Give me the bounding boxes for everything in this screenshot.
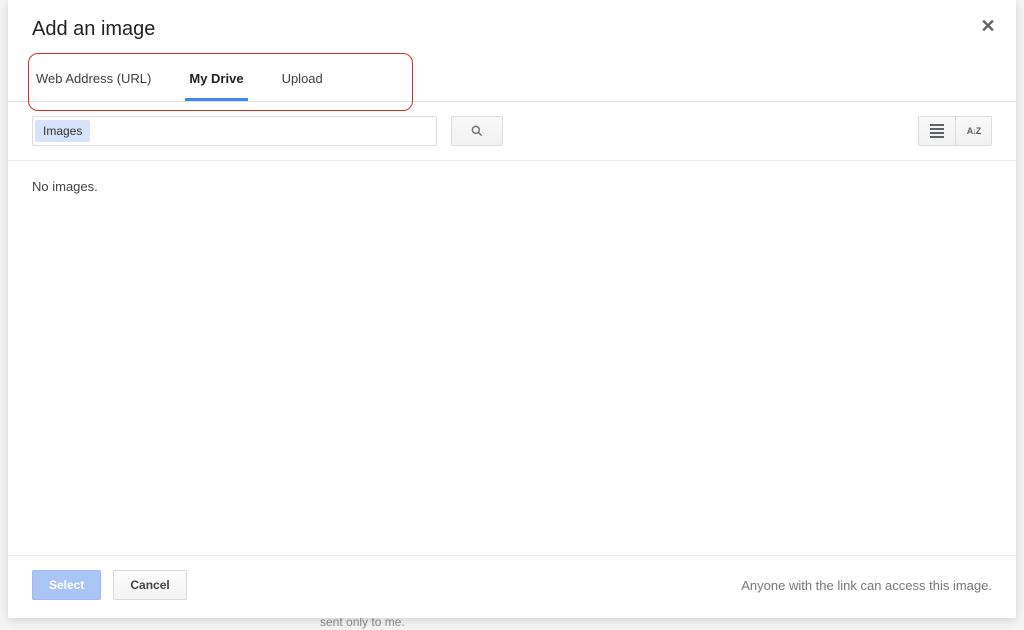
search-icon: [470, 124, 484, 138]
content-area: No images.: [8, 161, 1016, 555]
tab-web-address[interactable]: Web Address (URL): [32, 63, 155, 101]
list-view-button[interactable]: [919, 117, 955, 145]
footer-note: Anyone with the link can access this ima…: [741, 578, 992, 593]
search-button[interactable]: [451, 116, 503, 146]
breadcrumb-search: Images: [32, 116, 437, 146]
modal-title: Add an image: [32, 18, 992, 41]
search-input[interactable]: [92, 117, 436, 145]
tab-upload[interactable]: Upload: [278, 63, 327, 101]
tabs-container: Web Address (URL) My Drive Upload: [8, 63, 1016, 102]
modal-header: Add an image ✕: [8, 0, 1016, 41]
sort-button[interactable]: A↓Z: [955, 117, 991, 145]
close-icon: ✕: [980, 16, 995, 36]
tabs: Web Address (URL) My Drive Upload: [8, 63, 1016, 101]
breadcrumb-chip-images[interactable]: Images: [35, 120, 90, 142]
cancel-button[interactable]: Cancel: [113, 570, 186, 600]
empty-state-text: No images.: [32, 179, 992, 194]
add-image-modal: Add an image ✕ Web Address (URL) My Driv…: [8, 0, 1016, 618]
toolbar: Images A↓Z: [8, 102, 1016, 161]
list-icon: [930, 124, 944, 138]
sort-az-icon: A↓Z: [967, 126, 981, 136]
tab-my-drive[interactable]: My Drive: [185, 63, 247, 101]
modal-footer: Select Cancel Anyone with the link can a…: [8, 555, 1016, 618]
select-button[interactable]: Select: [32, 570, 101, 600]
close-button[interactable]: ✕: [978, 16, 998, 36]
view-toggle-group: A↓Z: [918, 116, 992, 146]
